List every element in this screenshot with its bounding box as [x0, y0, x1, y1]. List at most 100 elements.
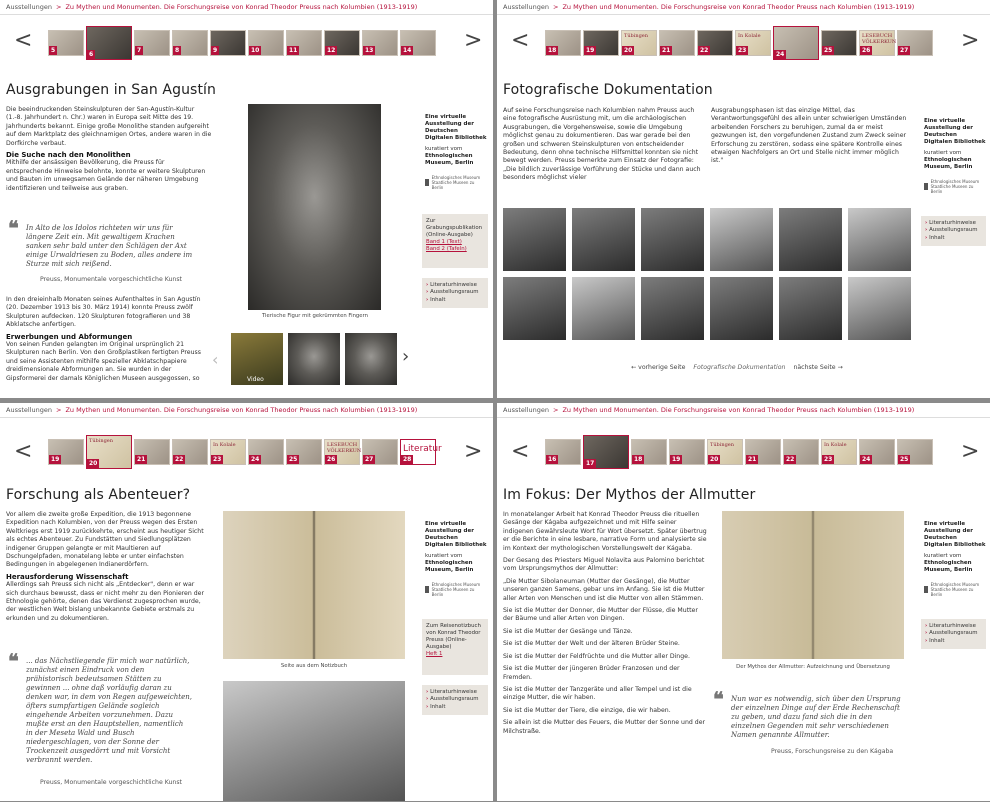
thumbnail-22[interactable]: 22 — [783, 439, 819, 465]
thumbnail-7[interactable]: 7 — [134, 30, 170, 56]
notebook-image[interactable] — [223, 511, 405, 659]
photo-thumbnail[interactable] — [848, 277, 911, 340]
thumbnail-number: 19 — [49, 455, 62, 464]
manuscript-image[interactable] — [722, 511, 904, 659]
thumbnail-27[interactable]: 27 — [897, 30, 933, 56]
thumbnail-24[interactable]: 24 — [248, 439, 284, 465]
thumbnail-21[interactable]: 21 — [134, 439, 170, 465]
literature-link[interactable]: Literaturhinweise — [925, 220, 982, 227]
photo-thumbnail[interactable] — [710, 208, 773, 271]
contents-link[interactable]: Inhalt — [925, 638, 982, 645]
thumbnail-19[interactable]: 19 — [669, 439, 705, 465]
thumbnail-16[interactable]: 16 — [545, 439, 581, 465]
breadcrumb-current[interactable]: Zu Mythen und Monumenten. Die Forschungs… — [562, 406, 914, 414]
next-arrow-icon[interactable]: > — [961, 441, 979, 463]
thumbnail-10[interactable]: 10 — [248, 30, 284, 56]
thumbnail-24[interactable]: 24 — [859, 439, 895, 465]
photo-thumbnail[interactable] — [641, 208, 704, 271]
prev-arrow-icon[interactable]: < — [14, 30, 32, 52]
video-thumbnail[interactable]: Video — [231, 333, 283, 385]
literature-link[interactable]: Literaturhinweise — [925, 623, 982, 630]
photo-thumbnail[interactable] — [503, 277, 566, 340]
breadcrumb-root[interactable]: Ausstellungen — [503, 3, 549, 11]
article-paragraph: Sie ist die Mutter der Donner, die Mutte… — [503, 607, 698, 623]
thumbnail-11[interactable]: 11 — [286, 30, 322, 56]
stone-sculpture-image[interactable] — [248, 104, 381, 310]
breadcrumb-current[interactable]: Zu Mythen und Monumenten. Die Forschungs… — [65, 3, 417, 11]
band-2-link[interactable]: Band 2 (Tafeln) — [426, 246, 467, 252]
thumbnail-19[interactable]: 19 — [48, 439, 84, 465]
thumbnail-6[interactable]: 6 — [86, 26, 132, 60]
heft-1-link[interactable]: Heft 1 — [426, 651, 442, 657]
breadcrumb-root[interactable]: Ausstellungen — [6, 3, 52, 11]
exhibition-room-link[interactable]: Ausstellungsraum — [925, 630, 982, 637]
thumbnail-17[interactable]: 17 — [583, 435, 629, 469]
thumbnail-23[interactable]: In Kolale 23 — [210, 439, 246, 465]
contents-link[interactable]: Inhalt — [426, 297, 484, 304]
photo-thumbnail[interactable] — [572, 277, 635, 340]
photo-thumbnail[interactable] — [710, 277, 773, 340]
thumbnail-18[interactable]: 18 — [631, 439, 667, 465]
thumbnail-24[interactable]: 24 — [773, 26, 819, 60]
thumbnail-23[interactable]: In Kolale 23 — [735, 30, 771, 56]
thumbnail-21[interactable]: 21 — [745, 439, 781, 465]
next-page-link[interactable]: nächste Seite → — [793, 364, 842, 371]
breadcrumb: Ausstellungen > Zu Mythen und Monumenten. … — [6, 406, 417, 414]
exhibition-room-link[interactable]: Ausstellungsraum — [426, 289, 484, 296]
thumbnail-number: 23 — [736, 46, 749, 55]
photo-thumbnail[interactable] — [779, 208, 842, 271]
thumbnail-20[interactable]: Tübingen 20 — [707, 439, 743, 465]
thumbnail-26[interactable]: LESEBUCH VÖLKERKUN 26 — [324, 439, 361, 465]
photo-thumbnail[interactable] — [848, 208, 911, 271]
photo-thumbnail[interactable] — [779, 277, 842, 340]
gallery-next-icon[interactable]: › — [402, 348, 409, 366]
thumbnail-number: 7 — [135, 46, 144, 55]
thumbnail-5[interactable]: 5 — [48, 30, 84, 56]
next-arrow-icon[interactable]: > — [464, 441, 482, 463]
photo-thumbnail[interactable] — [641, 277, 704, 340]
exhibition-room-link[interactable]: Ausstellungsraum — [925, 227, 982, 234]
literature-link[interactable]: Literaturhinweise — [426, 689, 484, 696]
breadcrumb-root[interactable]: Ausstellungen — [6, 406, 52, 414]
thumbnail-23[interactable]: In Kolale 23 — [821, 439, 857, 465]
photo-thumbnail[interactable] — [572, 208, 635, 271]
prev-arrow-icon[interactable]: < — [511, 30, 529, 52]
thumbnail-22[interactable]: 22 — [172, 439, 208, 465]
gallery-thumbnail[interactable] — [345, 333, 397, 385]
thumbnail-27[interactable]: 27 — [362, 439, 398, 465]
thumbnail-8[interactable]: 8 — [172, 30, 208, 56]
thumbnail-21[interactable]: 21 — [659, 30, 695, 56]
article-paragraph: Der Gesang des Priesters Miguel Nolavita… — [503, 557, 705, 573]
literature-link[interactable]: Literaturhinweise — [426, 282, 484, 289]
previous-page-link[interactable]: ← vorherige Seite — [631, 364, 685, 371]
thumbnail-13[interactable]: 13 — [362, 30, 398, 56]
thumbnail-18[interactable]: 18 — [545, 30, 581, 56]
thumbnail-9[interactable]: 9 — [210, 30, 246, 56]
contents-link[interactable]: Inhalt — [925, 235, 982, 242]
thumbnail-19[interactable]: 19 — [583, 30, 619, 56]
thumbnail-20[interactable]: Tübingen 20 — [86, 435, 132, 469]
thumbnail-25[interactable]: 25 — [286, 439, 322, 465]
next-arrow-icon[interactable]: > — [464, 30, 482, 52]
contents-link[interactable]: Inhalt — [426, 704, 484, 711]
band-1-link[interactable]: Band 1 (Text) — [426, 239, 462, 245]
thumbnail-25[interactable]: 25 — [897, 439, 933, 465]
breadcrumb-current[interactable]: Zu Mythen und Monumenten. Die Forschungs… — [65, 406, 417, 414]
thumbnail-20[interactable]: Tübingen 20 — [621, 30, 657, 56]
prev-arrow-icon[interactable]: < — [511, 441, 529, 463]
exhibition-room-link[interactable]: Ausstellungsraum — [426, 696, 484, 703]
photo-thumbnail[interactable] — [503, 208, 566, 271]
breadcrumb-root[interactable]: Ausstellungen — [503, 406, 549, 414]
prev-arrow-icon[interactable]: < — [14, 441, 32, 463]
thumbnail-28[interactable]: Literatur 28 — [400, 439, 442, 465]
thumbnail-25[interactable]: 25 — [821, 30, 857, 56]
landscape-photo[interactable] — [223, 681, 405, 801]
thumbnail-14[interactable]: 14 — [400, 30, 436, 56]
next-arrow-icon[interactable]: > — [961, 30, 979, 52]
gallery-thumbnail[interactable] — [288, 333, 340, 385]
thumbnail-12[interactable]: 12 — [324, 30, 360, 56]
gallery-prev-icon[interactable]: ‹ — [212, 350, 218, 369]
thumbnail-22[interactable]: 22 — [697, 30, 733, 56]
breadcrumb-current[interactable]: Zu Mythen und Monumenten. Die Forschungs… — [562, 3, 914, 11]
thumbnail-26[interactable]: LESEBUCH VÖLKERKUN 26 — [859, 30, 896, 56]
